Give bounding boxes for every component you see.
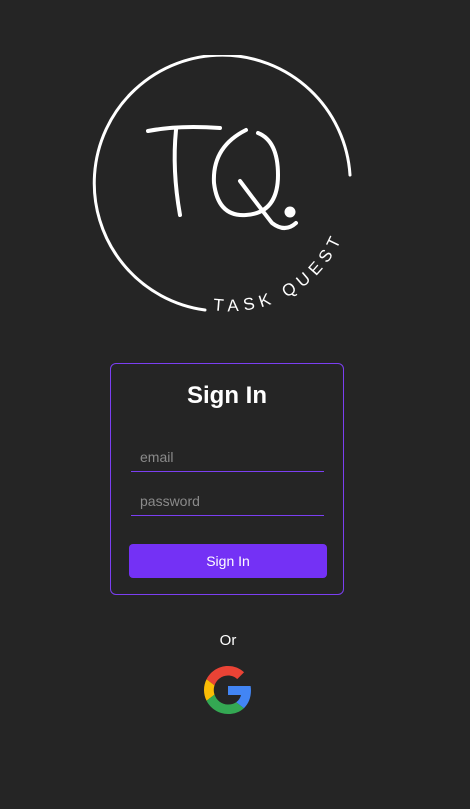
signin-title: Sign In — [187, 382, 267, 409]
logo-tagline: TASK QUEST — [213, 229, 347, 316]
logo-dot — [284, 206, 296, 218]
google-icon[interactable] — [204, 666, 252, 714]
logo-letter-t-stem — [172, 128, 182, 217]
or-label: Or — [219, 632, 237, 649]
logo-letter-q-bowl — [211, 128, 281, 218]
logo-letter-t-bar — [146, 125, 222, 133]
page: TASK QUEST Sign In Sign In Or — [0, 0, 470, 809]
signin-card: Sign In Sign In — [110, 363, 344, 595]
task-quest-logo: TASK QUEST — [92, 55, 352, 316]
password-field[interactable] — [131, 486, 324, 516]
email-field[interactable] — [131, 442, 324, 472]
signin-button[interactable]: Sign In — [129, 544, 327, 578]
